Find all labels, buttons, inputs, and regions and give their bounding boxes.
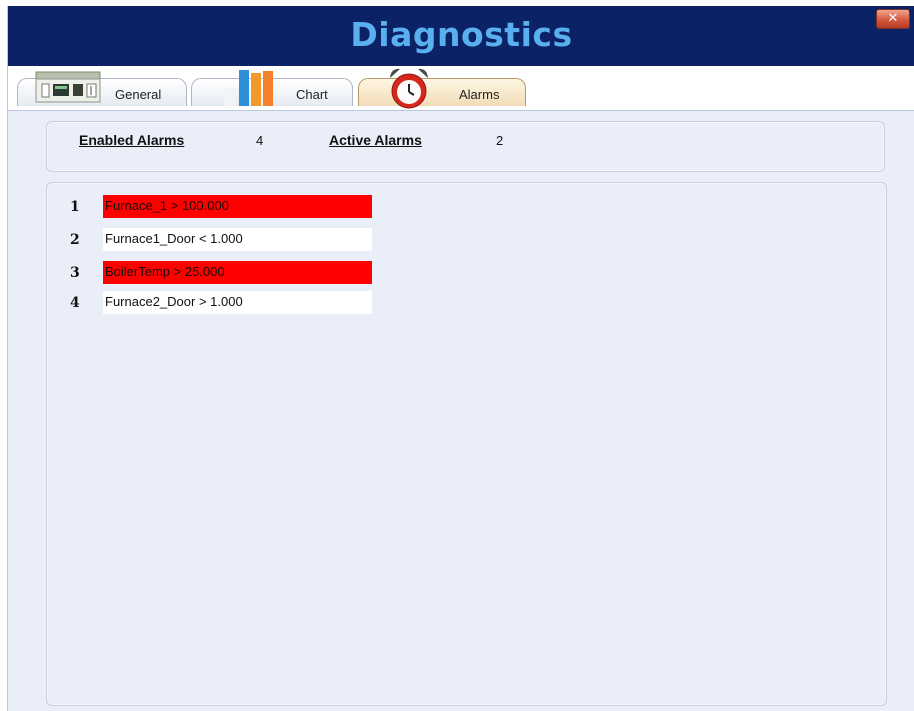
plc-module-icon [35,71,109,103]
alarm-expression: Furnace2_Door > 1.000 [103,291,372,314]
window-title: Diagnostics [350,15,573,54]
alarm-number: 4 [70,295,80,311]
alarm-row[interactable]: 3 BoilerTemp > 25.000 [70,261,372,284]
close-button[interactable]: ✕ [876,9,910,29]
title-bar: Diagnostics ✕ [8,6,914,66]
alarm-number: 1 [70,199,80,215]
alarm-row[interactable]: 1 Furnace_1 > 100.000 [70,195,372,218]
alarm-expression: Furnace_1 > 100.000 [103,195,372,218]
alarm-clock-icon [381,65,437,109]
tab-chart[interactable]: Chart [191,70,353,106]
enabled-alarms-label: Enabled Alarms [79,132,185,148]
close-icon: ✕ [887,11,899,26]
tab-strip: General Chart Alarms [8,66,914,111]
tab-general[interactable]: General [17,71,187,106]
alarm-row[interactable]: 2 Furnace1_Door < 1.000 [70,228,372,251]
active-alarms-label: Active Alarms [329,132,422,148]
alarm-row[interactable]: 4 Furnace2_Door > 1.000 [70,291,372,314]
alarm-number: 2 [70,232,80,248]
alarm-number: 3 [70,265,80,281]
enabled-alarms-value: 4 [256,133,264,148]
tab-alarms[interactable]: Alarms [358,68,526,109]
active-alarms-value: 2 [496,133,504,148]
alarm-expression: BoilerTemp > 25.000 [103,261,372,284]
tab-general-label: General [115,87,162,102]
alarm-expression: Furnace1_Door < 1.000 [103,228,372,251]
tab-alarms-label: Alarms [459,87,500,102]
tab-chart-label: Chart [296,87,328,102]
bar-chart-icon [218,70,278,106]
